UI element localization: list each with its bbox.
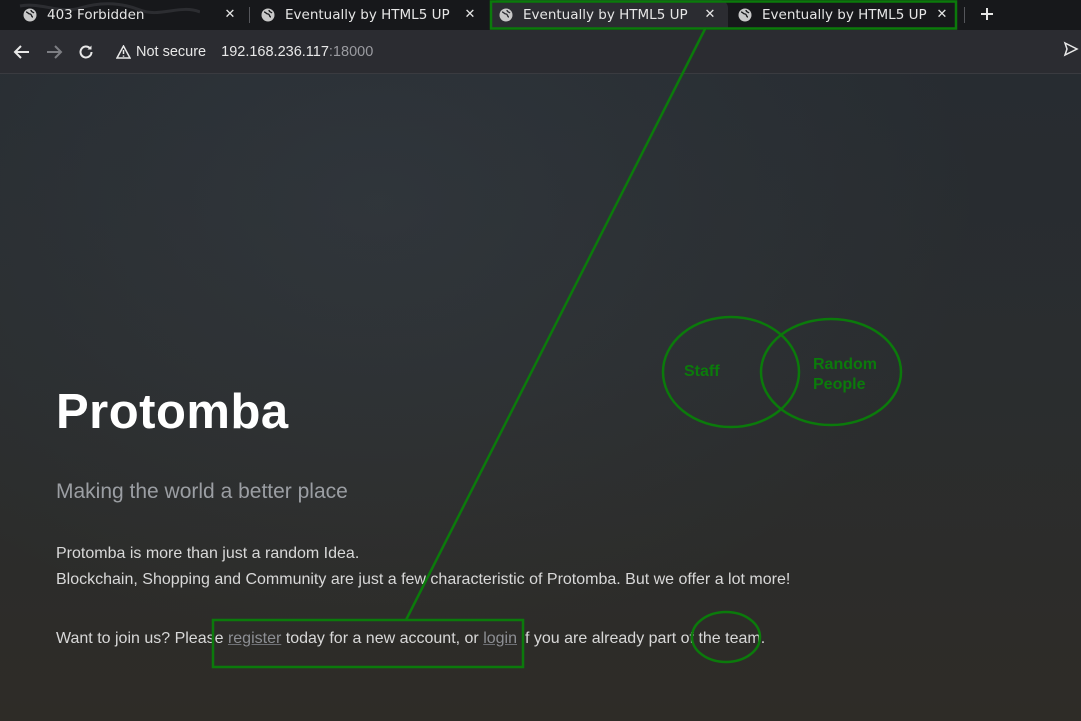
tab-eventually-2[interactable]: Eventually by HTML5 UP ✕ — [490, 0, 728, 29]
tab-separator — [964, 7, 965, 23]
description-paragraph: Blockchain, Shopping and Community are j… — [56, 571, 791, 588]
globe-icon — [737, 7, 753, 23]
new-tab-button[interactable] — [976, 3, 998, 25]
tab-strip: 403 Forbidden ✕ Eventually by HTML5 UP ✕… — [0, 0, 1081, 30]
back-button[interactable] — [11, 41, 33, 63]
tab-close-button[interactable]: ✕ — [702, 6, 718, 22]
globe-icon — [22, 7, 38, 23]
security-indicator[interactable]: Not secure — [110, 39, 212, 65]
login-link[interactable]: login — [483, 630, 517, 647]
plus-icon — [981, 8, 993, 20]
forward-button[interactable] — [43, 41, 65, 63]
join-paragraph: Want to join us? Please register today f… — [56, 630, 765, 648]
tab-close-button[interactable]: ✕ — [934, 6, 950, 22]
send-tab-button[interactable] — [1063, 41, 1079, 62]
tab-title: Eventually by HTML5 UP — [762, 6, 927, 23]
join-text-end: if you are already part of the team. — [517, 630, 766, 647]
warning-icon — [116, 45, 131, 59]
join-text-middle: today for a new account, or — [281, 630, 484, 647]
globe-icon — [498, 7, 514, 23]
reload-icon — [79, 45, 93, 59]
security-label: Not secure — [136, 44, 207, 60]
send-icon — [1063, 41, 1079, 57]
url-host: 192.168.236.117 — [221, 44, 329, 60]
tab-eventually-1[interactable]: Eventually by HTML5 UP ✕ — [250, 0, 488, 29]
intro-paragraph: Protomba is more than just a random Idea… — [56, 545, 360, 562]
arrow-left-icon — [13, 45, 29, 59]
tab-403-forbidden[interactable]: 403 Forbidden ✕ — [8, 0, 248, 29]
tab-title: 403 Forbidden — [47, 6, 145, 23]
tab-close-button[interactable]: ✕ — [462, 6, 478, 22]
page-subtitle: Making the world a better place — [56, 480, 348, 503]
reload-button[interactable] — [75, 41, 97, 63]
tab-close-button[interactable]: ✕ — [222, 6, 238, 22]
register-link[interactable]: register — [228, 630, 281, 647]
tab-title: Eventually by HTML5 UP — [523, 6, 688, 23]
join-text-start: Want to join us? Please — [56, 630, 228, 647]
tab-title: Eventually by HTML5 UP — [285, 6, 450, 23]
url-port: :18000 — [328, 44, 374, 60]
arrow-right-icon — [47, 45, 63, 59]
address-bar[interactable]: Not secure 192.168.236.117:18000 — [110, 37, 1075, 67]
web-page: Protomba Making the world a better place… — [0, 74, 1081, 721]
tab-eventually-3[interactable]: Eventually by HTML5 UP ✕ — [728, 0, 960, 29]
page-title: Protomba — [56, 385, 289, 439]
browser-toolbar: Not secure 192.168.236.117:18000 — [0, 30, 1081, 74]
globe-icon — [260, 7, 276, 23]
